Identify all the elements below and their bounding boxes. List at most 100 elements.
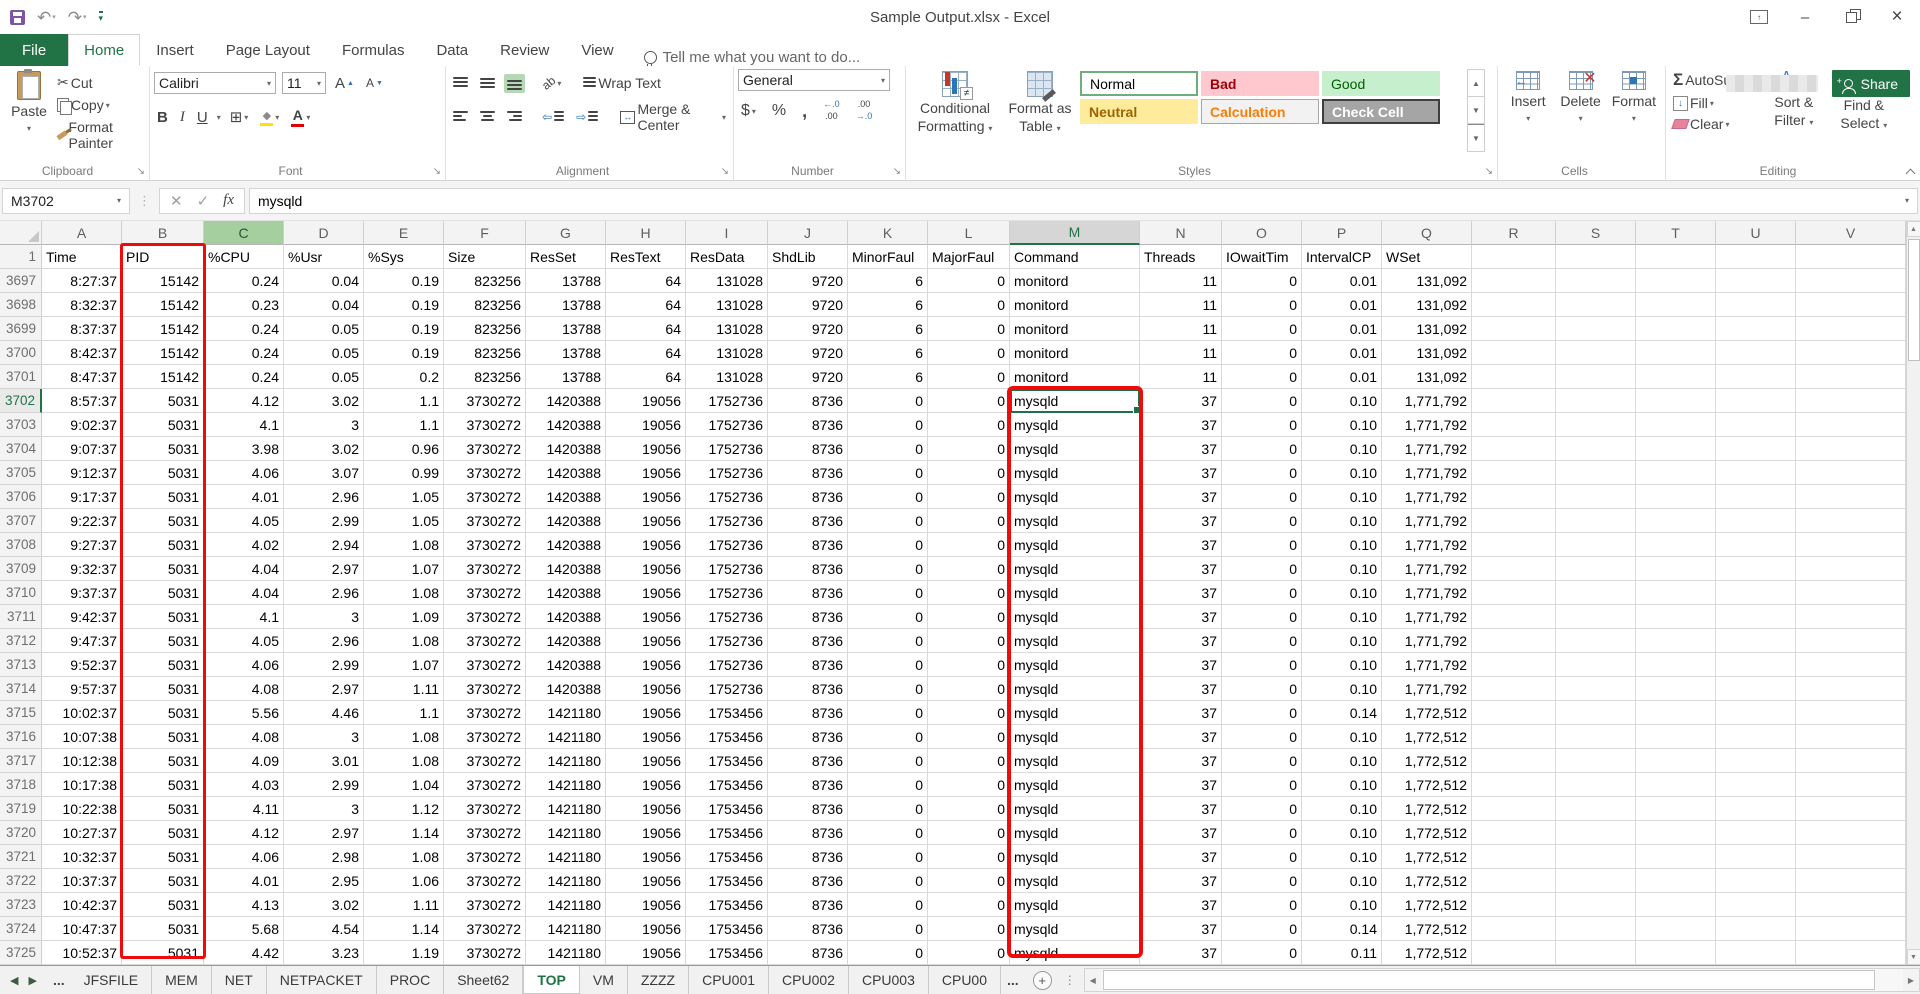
column-header-Q[interactable]: Q <box>1382 221 1472 245</box>
italic-button[interactable]: I <box>177 108 188 127</box>
underline-button[interactable]: U <box>194 108 211 127</box>
cell-J3721[interactable]: 8736 <box>768 845 848 869</box>
cell-D3712[interactable]: 2.96 <box>284 629 364 653</box>
cell-Q3697[interactable]: 131,092 <box>1382 269 1472 293</box>
row-header-3698[interactable]: 3698 <box>0 293 42 317</box>
column-header-T[interactable]: T <box>1636 221 1716 245</box>
cell-A3701[interactable]: 8:47:37 <box>42 365 122 389</box>
cell-L3723[interactable]: 0 <box>928 893 1010 917</box>
row-header-3711[interactable]: 3711 <box>0 605 42 629</box>
cell-S3699[interactable] <box>1556 317 1636 341</box>
cell-G3724[interactable]: 1421180 <box>526 917 606 941</box>
cell-B3699[interactable]: 15142 <box>122 317 204 341</box>
cell-B3715[interactable]: 5031 <box>122 701 204 725</box>
row-header-3718[interactable]: 3718 <box>0 773 42 797</box>
cell-D1[interactable]: %Usr <box>284 245 364 269</box>
cell-I3709[interactable]: 1752736 <box>686 557 768 581</box>
accounting-format-button[interactable]: $▾ <box>738 101 759 121</box>
cell-Q3715[interactable]: 1,772,512 <box>1382 701 1472 725</box>
column-header-L[interactable]: L <box>928 221 1010 245</box>
cancel-entry-icon[interactable]: ✕ <box>170 192 183 210</box>
cell-D3700[interactable]: 0.05 <box>284 341 364 365</box>
row-header-3712[interactable]: 3712 <box>0 629 42 653</box>
cell-V3699[interactable] <box>1796 317 1906 341</box>
undo-dropdown-icon[interactable]: ▾ <box>52 14 56 21</box>
cell-V3721[interactable] <box>1796 845 1906 869</box>
cell-V3713[interactable] <box>1796 653 1906 677</box>
cell-M3700[interactable]: monitord <box>1010 341 1140 365</box>
tab-review[interactable]: Review <box>484 34 565 66</box>
column-header-M[interactable]: M <box>1010 221 1140 245</box>
column-header-D[interactable]: D <box>284 221 364 245</box>
cell-A3713[interactable]: 9:52:37 <box>42 653 122 677</box>
cell-R3725[interactable] <box>1472 941 1556 965</box>
cell-J3716[interactable]: 8736 <box>768 725 848 749</box>
cell-V1[interactable] <box>1796 245 1906 269</box>
cell-B3714[interactable]: 5031 <box>122 677 204 701</box>
cell-K3698[interactable]: 6 <box>848 293 928 317</box>
cell-P3724[interactable]: 0.14 <box>1302 917 1382 941</box>
cell-I3705[interactable]: 1752736 <box>686 461 768 485</box>
cell-D3718[interactable]: 2.99 <box>284 773 364 797</box>
cell-O3699[interactable]: 0 <box>1222 317 1302 341</box>
cell-A3725[interactable]: 10:52:37 <box>42 941 122 965</box>
cell-E3714[interactable]: 1.11 <box>364 677 444 701</box>
cell-H3697[interactable]: 64 <box>606 269 686 293</box>
cell-J3724[interactable]: 8736 <box>768 917 848 941</box>
cell-K1[interactable]: MinorFaul <box>848 245 928 269</box>
cell-A3712[interactable]: 9:47:37 <box>42 629 122 653</box>
cell-D3720[interactable]: 2.97 <box>284 821 364 845</box>
cell-D3717[interactable]: 3.01 <box>284 749 364 773</box>
cell-N3702[interactable]: 37 <box>1140 389 1222 413</box>
cell-T3725[interactable] <box>1636 941 1716 965</box>
sheet-nav-right-icon[interactable]: ▶ <box>28 974 36 987</box>
align-right-button[interactable] <box>504 108 525 127</box>
cell-F3715[interactable]: 3730272 <box>444 701 526 725</box>
cell-R3700[interactable] <box>1472 341 1556 365</box>
cell-O3723[interactable]: 0 <box>1222 893 1302 917</box>
cell-A3702[interactable]: 8:57:37 <box>42 389 122 413</box>
vertical-scrollbar[interactable]: ▲ ▼ <box>1906 221 1920 965</box>
cell-N3719[interactable]: 37 <box>1140 797 1222 821</box>
cell-Q3710[interactable]: 1,771,792 <box>1382 581 1472 605</box>
cell-L3703[interactable]: 0 <box>928 413 1010 437</box>
sheet-tab-netpacket[interactable]: NETPACKET <box>267 966 377 994</box>
row-header-1[interactable]: 1 <box>0 245 42 269</box>
cell-M3722[interactable]: mysqld <box>1010 869 1140 893</box>
tab-view[interactable]: View <box>565 34 629 66</box>
cell-K3697[interactable]: 6 <box>848 269 928 293</box>
cell-G3715[interactable]: 1421180 <box>526 701 606 725</box>
cell-U3699[interactable] <box>1716 317 1796 341</box>
decrease-decimal-button[interactable]: .00→.0 <box>853 99 876 123</box>
name-box-dropdown-icon[interactable]: ▾ <box>117 196 121 205</box>
cell-C3716[interactable]: 4.08 <box>204 725 284 749</box>
save-icon[interactable] <box>10 10 25 25</box>
cell-E3705[interactable]: 0.99 <box>364 461 444 485</box>
share-button[interactable]: Share <box>1832 70 1910 97</box>
cell-F3704[interactable]: 3730272 <box>444 437 526 461</box>
cell-J3713[interactable]: 8736 <box>768 653 848 677</box>
cell-M3699[interactable]: monitord <box>1010 317 1140 341</box>
cell-H3718[interactable]: 19056 <box>606 773 686 797</box>
cell-S3725[interactable] <box>1556 941 1636 965</box>
redo-dropdown-icon[interactable]: ▾ <box>83 14 87 21</box>
cell-F3708[interactable]: 3730272 <box>444 533 526 557</box>
cell-E3711[interactable]: 1.09 <box>364 605 444 629</box>
cell-F3711[interactable]: 3730272 <box>444 605 526 629</box>
cell-L3718[interactable]: 0 <box>928 773 1010 797</box>
cell-G3700[interactable]: 13788 <box>526 341 606 365</box>
cell-P3699[interactable]: 0.01 <box>1302 317 1382 341</box>
row-header-3717[interactable]: 3717 <box>0 749 42 773</box>
cell-F3697[interactable]: 823256 <box>444 269 526 293</box>
cell-U3717[interactable] <box>1716 749 1796 773</box>
copy-button[interactable]: Copy ▾ <box>54 96 145 114</box>
cell-M3718[interactable]: mysqld <box>1010 773 1140 797</box>
cell-D3722[interactable]: 2.95 <box>284 869 364 893</box>
cell-S3713[interactable] <box>1556 653 1636 677</box>
cell-P3712[interactable]: 0.10 <box>1302 629 1382 653</box>
cell-E3709[interactable]: 1.07 <box>364 557 444 581</box>
cell-S3715[interactable] <box>1556 701 1636 725</box>
cell-U3724[interactable] <box>1716 917 1796 941</box>
cell-D3719[interactable]: 3 <box>284 797 364 821</box>
cell-O3704[interactable]: 0 <box>1222 437 1302 461</box>
